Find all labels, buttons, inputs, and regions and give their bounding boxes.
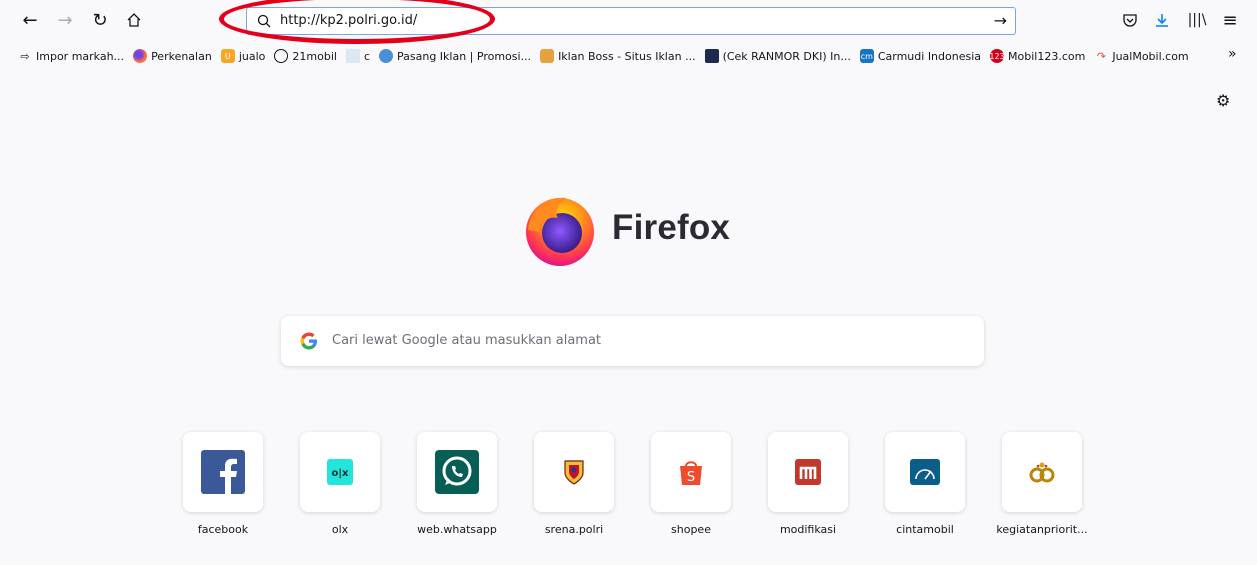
go-arrow-icon[interactable]: → <box>994 11 1007 30</box>
topsite-label[interactable]: shopee <box>636 523 746 536</box>
pocket-button[interactable] <box>1118 8 1142 32</box>
address-bar[interactable]: http://kp2.polri.go.id/ → <box>246 7 1016 35</box>
topsite-tile[interactable]: o|x <box>300 432 380 512</box>
bookmark-item[interactable]: (Cek RANMOR DKI) In... <box>704 49 851 63</box>
forward-button[interactable]: → <box>53 8 77 32</box>
library-icon: |||\ <box>1187 12 1207 28</box>
facebook-icon <box>201 450 245 494</box>
topsite-label[interactable]: facebook <box>168 523 278 536</box>
bookmarks-toolbar: ⇨ Impor markah... Perkenalan Ujualo 21mob… <box>18 44 1228 68</box>
menu-button[interactable]: ≡ <box>1218 8 1242 32</box>
bookmark-item[interactable]: Iklan Boss - Situs Iklan ... <box>540 49 696 63</box>
topsite-label[interactable]: kegiatanpriorit... <box>987 523 1097 536</box>
topsite-tile[interactable] <box>534 432 614 512</box>
cintamobil-icon <box>910 459 940 485</box>
nav-toolbar: ← → ↻ http://kp2.polri.go.id/ → |||\ ≡ <box>0 0 1257 44</box>
google-g-icon <box>300 332 317 350</box>
import-icon: ⇨ <box>20 49 30 63</box>
jualo-icon: U <box>220 49 235 63</box>
jualmobil-icon: ↷ <box>1096 49 1106 63</box>
home-icon <box>127 13 141 27</box>
hamburger-menu-icon: ≡ <box>1222 9 1238 31</box>
pocket-icon <box>1123 14 1137 27</box>
bookmark-item[interactable]: ↷ JualMobil.com <box>1094 49 1189 63</box>
home-button[interactable] <box>122 8 146 32</box>
iklanboss-icon <box>540 49 555 63</box>
bookmark-item[interactable]: 21mobil <box>274 49 337 63</box>
brand-wordmark: Firefox <box>612 208 731 247</box>
bookmark-item[interactable]: c <box>345 49 370 63</box>
firefox-icon <box>133 49 148 63</box>
topsite-label[interactable]: srena.polri <box>519 523 629 536</box>
topsite-tile[interactable]: S <box>651 432 731 512</box>
search-box[interactable]: Cari lewat Google atau masukkan alamat <box>281 316 984 366</box>
mobil123-icon: 123 <box>989 49 1005 63</box>
gear-icon: ⚙ <box>1216 91 1231 110</box>
bookmark-item[interactable]: cm Carmudi Indonesia <box>859 49 981 63</box>
topsite-tile[interactable] <box>768 432 848 512</box>
bookmark-item[interactable]: Ujualo <box>220 49 265 63</box>
polri-emblem-icon <box>564 460 584 485</box>
library-button[interactable]: |||\ <box>1185 8 1209 32</box>
search-icon <box>257 14 271 28</box>
olx-icon: o|x <box>327 459 353 485</box>
bookmark-item[interactable]: Pasang Iklan | Promosi... <box>379 49 531 63</box>
topsite-label[interactable]: cintamobil <box>870 523 980 536</box>
back-button[interactable]: ← <box>18 8 42 32</box>
arrow-right-icon: → <box>57 9 73 31</box>
topsite-tile[interactable] <box>1002 432 1082 512</box>
carmudi-icon: cm <box>859 49 874 63</box>
kegiatan-emblem-icon <box>1029 462 1055 483</box>
topsite-tile[interactable] <box>885 432 965 512</box>
page-icon <box>345 49 360 63</box>
modifikasi-icon <box>795 459 821 485</box>
bookmarks-overflow-button[interactable]: » <box>1228 46 1237 62</box>
topsite-label[interactable]: olx <box>285 523 395 536</box>
police-icon <box>704 49 719 63</box>
bookmark-item[interactable]: ⇨ Impor markah... <box>18 49 124 63</box>
arrow-left-icon: ← <box>22 9 38 31</box>
whatsapp-icon <box>435 450 479 494</box>
topsite-label[interactable]: web.whatsapp <box>402 523 512 536</box>
svg-text:S: S <box>687 470 695 485</box>
reload-button[interactable]: ↻ <box>88 8 112 32</box>
search-placeholder[interactable]: Cari lewat Google atau masukkan alamat <box>332 333 601 348</box>
download-icon <box>1156 14 1168 27</box>
globe-color-icon <box>379 49 393 63</box>
shopee-icon: S <box>680 461 702 485</box>
url-text[interactable]: http://kp2.polri.go.id/ <box>280 13 417 28</box>
bookmark-item[interactable]: Perkenalan <box>133 49 212 63</box>
firefox-logo <box>518 186 602 270</box>
globe-icon <box>274 49 289 63</box>
topsite-label[interactable]: modifikasi <box>753 523 863 536</box>
bookmark-item[interactable]: 123 Mobil123.com <box>989 49 1085 63</box>
topsite-tile[interactable] <box>183 432 263 512</box>
svg-text:o|x: o|x <box>332 468 350 479</box>
topsite-tile[interactable] <box>417 432 497 512</box>
firefox-logo-icon <box>526 197 594 266</box>
downloads-button[interactable] <box>1150 8 1174 32</box>
personalize-button[interactable]: ⚙ <box>1216 91 1230 110</box>
reload-icon: ↻ <box>92 9 108 31</box>
